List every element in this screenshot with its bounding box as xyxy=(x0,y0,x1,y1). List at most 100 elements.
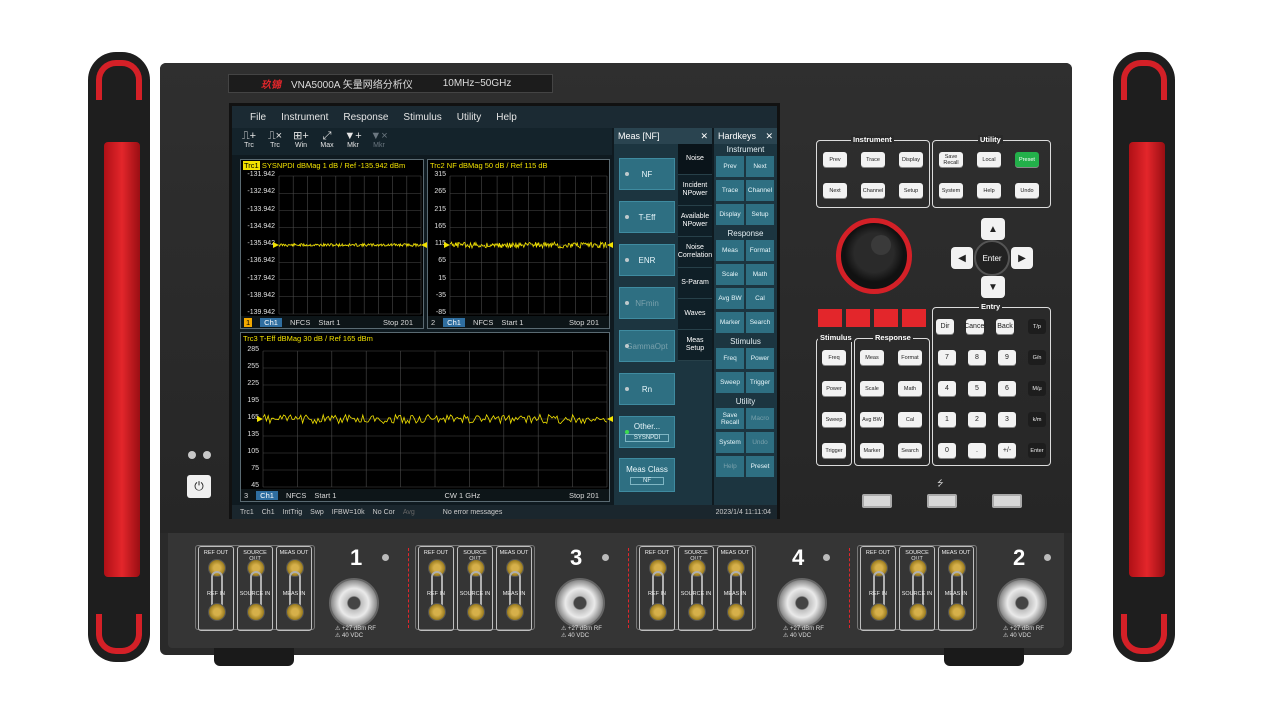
status-sweep[interactable]: Swp xyxy=(310,509,324,516)
hardkey-avg-bw[interactable]: Avg BW xyxy=(716,288,744,309)
status-average[interactable]: Avg xyxy=(403,509,415,516)
hardkeys-close-icon[interactable]: ✕ xyxy=(765,131,773,142)
meas-gammaopt-button[interactable]: GammaOpt xyxy=(619,330,675,362)
meas-rn-button[interactable]: Rn xyxy=(619,373,675,405)
key-save-recall[interactable]: Save Recall xyxy=(939,152,963,167)
key-trace[interactable]: Trace xyxy=(861,152,885,167)
meas-nf-button[interactable]: NF xyxy=(619,158,675,190)
menu-file[interactable]: File xyxy=(250,112,266,123)
menu-utility[interactable]: Utility xyxy=(457,112,481,123)
meas-close-icon[interactable]: ✕ xyxy=(700,131,708,142)
tab-available-npower[interactable]: Available NPower xyxy=(678,206,712,237)
meas-nfmin-button[interactable]: NFmin xyxy=(619,287,675,319)
key-prev[interactable]: Prev xyxy=(823,152,847,167)
key-preset[interactable]: Preset xyxy=(1015,152,1039,167)
delete-trace-button[interactable]: ⎍× Trc xyxy=(264,130,286,152)
hardkey-search[interactable]: Search xyxy=(746,312,774,333)
meas-other-button[interactable]: Other... SYSNPDI xyxy=(619,416,675,448)
usb-port[interactable] xyxy=(862,494,892,508)
tab-noise-correlation[interactable]: Noise Correlation xyxy=(678,237,712,268)
delete-marker-button[interactable]: ▼× Mkr xyxy=(368,130,390,152)
test-port-connector[interactable] xyxy=(555,578,605,628)
hardkey-prev[interactable]: Prev xyxy=(716,156,744,177)
key-local[interactable]: Local xyxy=(977,152,1001,167)
add-trace-button[interactable]: ⎍+ Trc xyxy=(238,130,260,152)
hardkey-trace[interactable]: Trace xyxy=(716,180,744,201)
key-setup[interactable]: Setup xyxy=(899,183,923,198)
hardkey-help[interactable]: Help xyxy=(716,456,744,477)
hardkey-math[interactable]: Math xyxy=(746,264,774,285)
hardkey-setup[interactable]: Setup xyxy=(746,204,774,225)
menu-response[interactable]: Response xyxy=(343,112,388,123)
sma-connector[interactable] xyxy=(649,603,667,621)
sma-connector[interactable] xyxy=(688,603,706,621)
right-arrow-key[interactable]: ▶ xyxy=(1011,247,1033,269)
down-arrow-key[interactable]: ▼ xyxy=(981,276,1005,298)
hardkey-marker[interactable]: Marker xyxy=(716,312,744,333)
hardkey-display[interactable]: Display xyxy=(716,204,744,225)
hardkey-channel[interactable]: Channel xyxy=(746,180,774,201)
sma-connector[interactable] xyxy=(870,603,888,621)
hardkey-save-recall[interactable]: Save Recall xyxy=(716,408,744,429)
sma-connector[interactable] xyxy=(286,603,304,621)
menu-instrument[interactable]: Instrument xyxy=(281,112,328,123)
sma-connector[interactable] xyxy=(428,603,446,621)
hardkey-system[interactable]: System xyxy=(716,432,744,453)
trace-window-1[interactable]: Trc1 SYSNPDI dBMag 1 dB / Ref -135.942 d… xyxy=(240,159,427,329)
status-ifbw[interactable]: IFBW=10k xyxy=(332,509,365,516)
maximize-button[interactable]: ⤢ Max xyxy=(316,130,338,152)
key-display[interactable]: Display xyxy=(899,152,923,167)
hardkey-cal[interactable]: Cal xyxy=(746,288,774,309)
key-channel[interactable]: Channel xyxy=(861,183,885,198)
meas-teff-button[interactable]: T-Eff xyxy=(619,201,675,233)
status-trace[interactable]: Trc1 xyxy=(240,509,254,516)
add-window-button[interactable]: ⊞+ Win xyxy=(290,130,312,152)
key-next[interactable]: Next xyxy=(823,183,847,198)
nav-enter-key[interactable]: Enter xyxy=(974,240,1010,276)
status-correction[interactable]: No Cor xyxy=(373,509,395,516)
sma-connector[interactable] xyxy=(909,603,927,621)
hardkey-undo[interactable]: Undo xyxy=(746,432,774,453)
tab-incident-npower[interactable]: Incident NPower xyxy=(678,175,712,206)
trace-window-2[interactable]: Trc2 NF dBMag 50 dB / Ref 115 dB 315 265 2… xyxy=(427,159,613,329)
key-help[interactable]: Help xyxy=(977,183,1001,198)
status-trigger[interactable]: IntTrig xyxy=(283,509,303,516)
sma-connector[interactable] xyxy=(948,603,966,621)
hardkey-sweep[interactable]: Sweep xyxy=(716,372,744,393)
tab-waves[interactable]: Waves xyxy=(678,299,712,330)
usb-port[interactable] xyxy=(927,494,957,508)
sma-connector[interactable] xyxy=(247,603,265,621)
status-channel[interactable]: Ch1 xyxy=(262,509,275,516)
menu-help[interactable]: Help xyxy=(496,112,517,123)
key-undo[interactable]: Undo xyxy=(1015,183,1039,198)
meas-enr-button[interactable]: ENR xyxy=(619,244,675,276)
hardkey-meas[interactable]: Meas xyxy=(716,240,744,261)
hardkey-next[interactable]: Next xyxy=(746,156,774,177)
trace-window-3[interactable]: Trc3 T-Eff dBMag 30 dB / Ref 165 dBm 285… xyxy=(240,332,613,502)
hardkey-preset[interactable]: Preset xyxy=(746,456,774,477)
hardkey-scale[interactable]: Scale xyxy=(716,264,744,285)
test-port-connector[interactable] xyxy=(329,578,379,628)
hardkey-format[interactable]: Format xyxy=(746,240,774,261)
sma-connector[interactable] xyxy=(467,603,485,621)
usb-port[interactable] xyxy=(992,494,1022,508)
up-arrow-key[interactable]: ▲ xyxy=(981,218,1005,240)
sma-connector[interactable] xyxy=(208,603,226,621)
test-port-connector[interactable] xyxy=(777,578,827,628)
add-marker-button[interactable]: ▼+ Mkr xyxy=(342,130,364,152)
tab-noise[interactable]: Noise xyxy=(678,144,712,175)
sma-connector[interactable] xyxy=(727,603,745,621)
power-button[interactable]: ⏻ xyxy=(187,475,211,498)
tab-sparam[interactable]: S-Param xyxy=(678,268,712,299)
test-port-connector[interactable] xyxy=(997,578,1047,628)
hardkey-trigger[interactable]: Trigger xyxy=(746,372,774,393)
hardkey-macro[interactable]: Macro xyxy=(746,408,774,429)
key-system[interactable]: System xyxy=(939,183,963,198)
menu-stimulus[interactable]: Stimulus xyxy=(403,112,441,123)
meas-class-button[interactable]: Meas Class NF xyxy=(619,458,675,492)
left-arrow-key[interactable]: ◀ xyxy=(951,247,973,269)
sma-connector[interactable] xyxy=(506,603,524,621)
tab-meas-setup[interactable]: Meas Setup xyxy=(678,330,712,361)
rotary-knob[interactable] xyxy=(836,218,912,294)
hardkey-power[interactable]: Power xyxy=(746,348,774,369)
